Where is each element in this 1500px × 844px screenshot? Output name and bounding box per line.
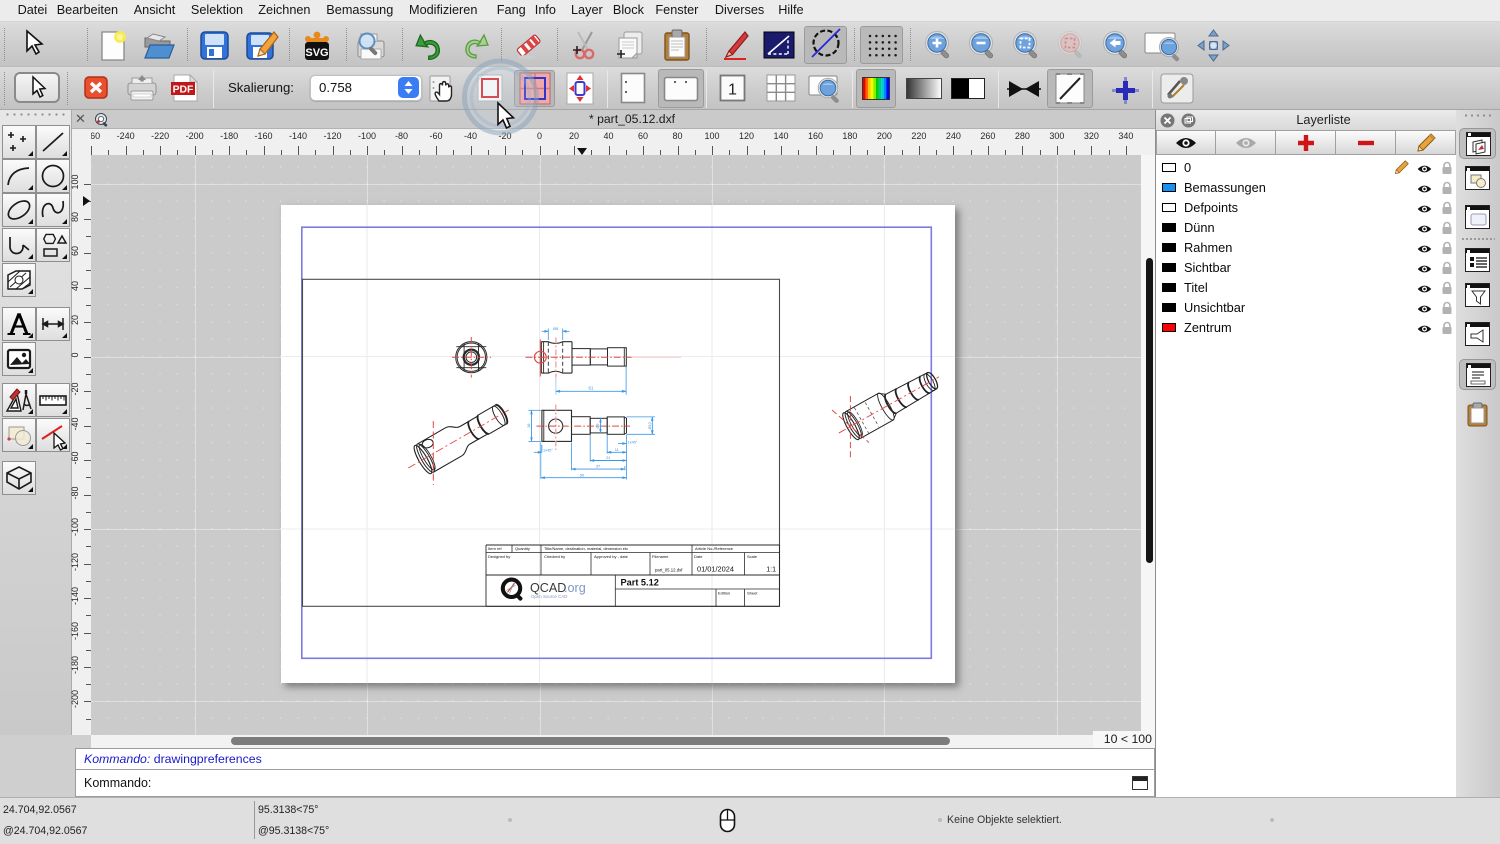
svg-text:part_05.12.dxf: part_05.12.dxf [655, 568, 683, 573]
svg-text:11: 11 [615, 447, 620, 452]
svg-text:Ø9: Ø9 [596, 423, 600, 428]
svg-text:Ø10: Ø10 [648, 422, 652, 429]
svg-text:1x45°: 1x45° [628, 440, 638, 444]
svg-text:Ø8: Ø8 [553, 326, 559, 331]
svg-text:18: 18 [526, 423, 531, 428]
svg-text:Edition: Edition [718, 591, 730, 596]
svg-text:Scale: Scale [747, 554, 758, 559]
svg-text:QCAD: QCAD [530, 581, 566, 595]
svg-text:1x45°: 1x45° [543, 448, 553, 452]
svg-text:01/01/2024: 01/01/2024 [697, 565, 734, 574]
svg-text:50: 50 [580, 472, 585, 477]
svg-text:1: 1 [728, 82, 737, 99]
svg-text:Checked by: Checked by [544, 554, 565, 559]
svg-text:Approved by - date: Approved by - date [594, 554, 629, 559]
svg-text:Sheet: Sheet [747, 591, 758, 596]
svg-text:61: 61 [589, 386, 594, 391]
svg-text:SVG: SVG [305, 47, 328, 59]
svg-text:1:1: 1:1 [766, 567, 776, 574]
svg-text:Article No./Reference: Article No./Reference [695, 546, 734, 551]
svg-text:.org: .org [564, 581, 586, 595]
svg-text:Title/Name, destination, mater: Title/Name, destination, material, dimen… [544, 546, 628, 551]
svg-text:37: 37 [596, 464, 601, 469]
svg-text:Filename: Filename [652, 554, 669, 559]
svg-text:Part 5.12: Part 5.12 [621, 578, 659, 588]
svg-text:Quantity: Quantity [515, 546, 530, 551]
svg-text:Open Source CAD: Open Source CAD [531, 594, 567, 599]
svg-text:PDF: PDF [173, 85, 194, 96]
svg-text:Date: Date [694, 554, 703, 559]
svg-text:Item ref: Item ref [488, 546, 502, 551]
svg-text:Designed by: Designed by [488, 554, 510, 559]
svg-text:21: 21 [606, 455, 611, 460]
